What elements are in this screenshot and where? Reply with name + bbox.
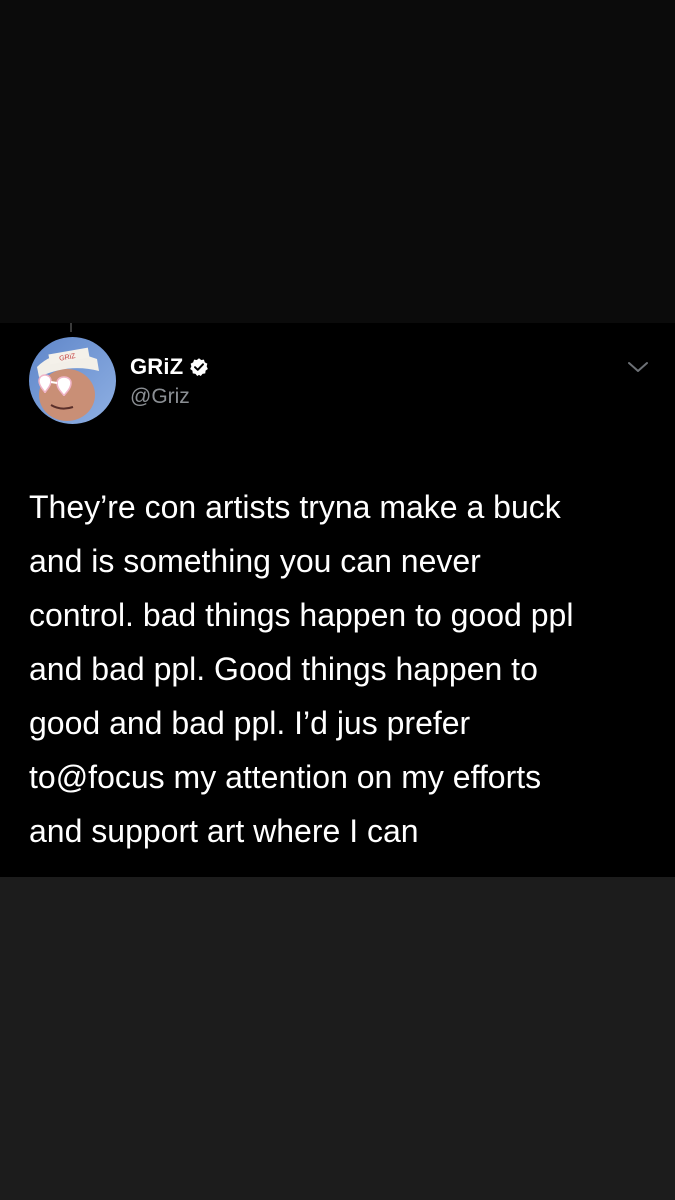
thread-line <box>70 323 72 332</box>
avatar[interactable]: GRiZ <box>29 337 116 424</box>
tweet-card[interactable]: GRiZ GRiZ @Griz They’re con artists tryn… <box>0 323 675 877</box>
tweet-line: and is something you can never <box>29 543 481 579</box>
verified-badge-icon <box>190 358 209 376</box>
bottom-background <box>0 877 675 1200</box>
chevron-down-icon[interactable] <box>626 359 650 375</box>
tweet-line: They’re con artists tryna make a buck <box>29 489 561 525</box>
author-handle[interactable]: @Griz <box>130 385 190 409</box>
tweet-line: and support art where I can <box>29 813 419 849</box>
tweet-text: They’re con artists tryna make a buck an… <box>29 480 649 858</box>
tweet-line: good and bad ppl. I’d jus prefer <box>29 705 471 741</box>
tweet-line: and bad ppl. Good things happen to <box>29 651 538 687</box>
display-name[interactable]: GRiZ <box>130 354 183 380</box>
top-background <box>0 0 675 323</box>
tweet-line: to@focus my attention on my efforts <box>29 759 542 795</box>
avatar-photo-icon: GRiZ <box>29 337 116 424</box>
author-name-row[interactable]: GRiZ <box>130 354 209 380</box>
tweet-line: control. bad things happen to good ppl <box>29 597 574 633</box>
